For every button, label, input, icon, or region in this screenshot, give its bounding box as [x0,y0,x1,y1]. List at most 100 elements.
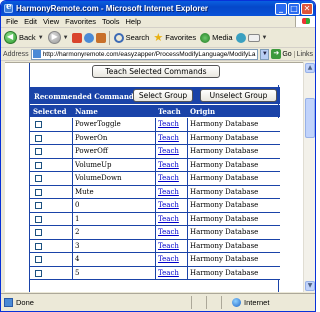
menu-view[interactable]: View [40,17,62,26]
column-header-teach: Teach [158,107,181,116]
back-button[interactable]: Back ▼ [3,30,45,46]
select-checkbox[interactable] [35,242,42,250]
status-divider [206,296,207,309]
teach-cell: Teach [156,266,188,280]
address-dropdown-button[interactable]: ▼ [260,48,270,60]
select-checkbox[interactable] [35,229,42,236]
teach-link[interactable]: Teach [158,242,179,250]
stop-icon[interactable] [71,32,82,43]
menu-help[interactable]: Help [123,17,144,26]
status-divider [221,296,222,309]
minimize-button[interactable]: _ [275,2,287,15]
chevron-down-icon[interactable]: ▼ [262,35,268,41]
windows-flag-icon [295,16,315,27]
table-row: Mute Teach Harmony Database [30,185,280,199]
teach-link[interactable]: Teach [158,228,179,236]
select-checkbox[interactable] [35,215,42,223]
selected-cell [30,199,73,213]
chevron-down-icon[interactable]: ▼ [38,35,44,41]
teach-cell: Teach [156,172,188,186]
command-origin: Harmony Database [190,160,259,169]
selected-cell [30,253,73,267]
title-bar[interactable]: HarmonyRemote.com - Microsoft Internet E… [1,1,315,16]
table-row: 5 Teach Harmony Database [30,266,280,280]
teach-link[interactable]: Teach [158,174,179,182]
mail-icon[interactable] [247,33,260,42]
command-name: PowerOff [73,145,156,159]
teach-link[interactable]: Teach [158,269,179,277]
menu-file[interactable]: File [3,17,21,26]
select-checkbox[interactable] [35,134,42,142]
address-input[interactable]: http://harmonyremote.com/easyzapper/Proc… [30,48,259,60]
address-bar: Address http://harmonyremote.com/easyzap… [1,48,315,61]
vertical-scrollbar[interactable]: ▲ ▼ [303,62,315,292]
close-button[interactable]: ✕ [301,2,313,15]
select-group-button[interactable]: Select Group [133,89,193,102]
select-checkbox[interactable] [35,121,42,128]
command-name: Mute [73,185,156,199]
select-checkbox[interactable] [35,269,42,277]
command-origin: Harmony Database [190,174,259,182]
command-origin: Harmony Database [190,268,259,277]
media-button[interactable]: Media [199,30,233,46]
teach-link[interactable]: Teach [158,188,179,196]
select-checkbox[interactable] [35,148,42,155]
menu-bar: File Edit View Favorites Tools Help [1,16,315,28]
teach-link[interactable]: Teach [158,134,179,142]
refresh-icon[interactable] [83,32,94,43]
teach-link[interactable]: Teach [158,201,179,209]
search-label: Search [125,33,150,42]
favorites-label: Favorites [165,33,197,42]
back-label: Back [19,33,36,42]
selected-cell [30,145,73,159]
command-panel: Teach Selected Commands Recommended Comm… [29,63,280,292]
select-checkbox[interactable] [35,202,42,209]
menu-tools[interactable]: Tools [99,17,123,26]
teach-cell: Teach [156,118,188,132]
selected-cell [30,185,73,199]
table-row: 4 Teach Harmony Database [30,253,280,267]
scroll-down-arrow-icon[interactable]: ▼ [305,281,315,291]
maximize-button[interactable]: □ [288,2,300,15]
teach-selected-commands-button[interactable]: Teach Selected Commands [92,65,220,78]
select-checkbox[interactable] [35,175,42,182]
command-origin: Harmony Database [190,255,259,263]
selected-cell [30,172,73,186]
forward-button[interactable]: ▼ [47,30,70,46]
internet-explorer-icon [4,2,13,13]
favorites-button[interactable]: ★ Favorites [152,30,197,46]
teach-link[interactable]: Teach [158,147,179,155]
history-icon[interactable] [235,32,246,43]
recommended-commands-bar: Recommended Commands: Select Group Unsel… [30,87,280,104]
command-origin: Harmony Database [190,241,259,250]
select-checkbox[interactable] [35,256,42,263]
table-row: 3 Teach Harmony Database [30,239,280,253]
zone-label: Internet [244,298,270,307]
table-row: PowerOff Teach Harmony Database [30,145,280,159]
address-url[interactable]: http://harmonyremote.com/easyzapper/Proc… [43,51,256,58]
command-name: 2 [73,226,156,240]
page-icon [32,50,41,58]
home-icon[interactable] [95,32,106,43]
scrollbar-thumb[interactable] [305,98,315,138]
teach-link[interactable]: Teach [158,120,179,128]
table-header: Selected Name Teach Origin [30,105,280,117]
teach-link[interactable]: Teach [158,161,179,169]
forward-arrow-icon [47,31,61,44]
select-checkbox[interactable] [35,188,42,196]
chevron-down-icon[interactable]: ▼ [63,35,69,41]
status-text: Done [16,298,34,307]
go-button[interactable]: ➜ Go [271,49,292,59]
scroll-up-arrow-icon[interactable]: ▲ [305,63,315,73]
search-button[interactable]: Search [113,30,151,46]
links-button[interactable]: Links [293,50,313,58]
teach-link[interactable]: Teach [158,215,179,223]
unselect-group-button[interactable]: Unselect Group [200,89,277,102]
browser-window: HarmonyRemote.com - Microsoft Internet E… [0,0,316,312]
table-row: 2 Teach Harmony Database [30,226,280,240]
standard-toolbar: Back ▼ ▼ Search ★ Favorites Media ▼ [1,28,315,48]
teach-link[interactable]: Teach [158,255,179,263]
menu-favorites[interactable]: Favorites [62,17,99,26]
select-checkbox[interactable] [35,161,42,169]
menu-edit[interactable]: Edit [21,17,40,26]
